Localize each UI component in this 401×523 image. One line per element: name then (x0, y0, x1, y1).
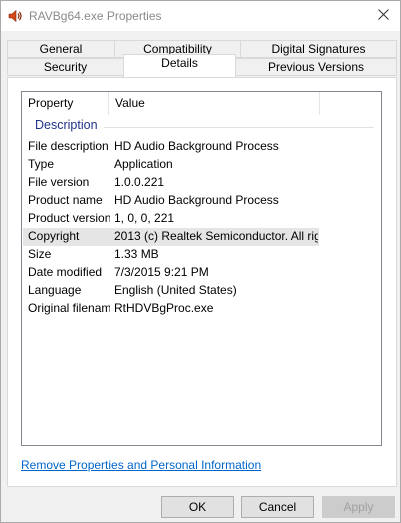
list-header: Property Value (22, 92, 381, 115)
tab-details[interactable]: Details (123, 54, 236, 77)
detail-row[interactable]: Copyright 2013 (c) Realtek Semiconductor.… (23, 228, 319, 246)
detail-property: File description (28, 139, 109, 153)
detail-row[interactable]: Date modified 7/3/2015 9:21 PM (23, 264, 319, 282)
remove-properties-link[interactable]: Remove Properties and Personal Informati… (21, 458, 261, 472)
detail-value: 7/3/2015 9:21 PM (114, 265, 209, 279)
title-bar: RAVBg64.exe Properties (1, 1, 400, 31)
detail-value: 1.33 MB (114, 247, 159, 261)
close-button[interactable] (367, 1, 400, 31)
detail-property: Type (28, 157, 55, 171)
detail-row[interactable]: Original filename RtHDVBgProc.exe (23, 300, 319, 318)
detail-row[interactable]: File version 1.0.0.221 (23, 174, 319, 192)
detail-row[interactable]: Product name HD Audio Background Process (23, 192, 319, 210)
tab-digital-signatures[interactable]: Digital Signatures (240, 40, 397, 58)
tab-previous-versions[interactable]: Previous Versions (235, 58, 397, 76)
ok-button[interactable]: OK (161, 496, 234, 518)
detail-row[interactable]: File description HD Audio Background Proc… (23, 138, 319, 156)
detail-property: Original filename (28, 301, 110, 315)
properties-dialog: RAVBg64.exe Properties General Compatibi… (0, 0, 401, 523)
details-list[interactable]: Property Value Description File descript… (21, 91, 382, 446)
speaker-icon (7, 8, 23, 24)
detail-value: HD Audio Background Process (114, 193, 279, 207)
detail-value: English (United States) (114, 283, 237, 297)
apply-button[interactable]: Apply (322, 496, 395, 518)
detail-property: Product version (28, 211, 110, 225)
detail-property: Product name (28, 193, 103, 207)
window-title: RAVBg64.exe Properties (29, 9, 162, 23)
detail-property: Date modified (28, 265, 103, 279)
detail-value: 1.0.0.221 (114, 175, 165, 189)
detail-row[interactable]: Size 1.33 MB (23, 246, 319, 264)
group-divider (104, 127, 374, 128)
detail-value: 2013 (c) Realtek Semiconductor. All rig.… (114, 229, 318, 243)
detail-row[interactable]: Language English (United States) (23, 282, 319, 300)
tab-strip: General Compatibility Digital Signatures… (1, 31, 400, 79)
column-separator[interactable] (319, 92, 320, 115)
detail-row[interactable]: Product version 1, 0, 0, 221 (23, 210, 319, 228)
group-header-description[interactable]: Description (35, 118, 98, 136)
column-header-property[interactable]: Property (22, 92, 108, 115)
tab-general[interactable]: General (7, 40, 115, 58)
detail-row[interactable]: Type Application (23, 156, 319, 174)
details-panel: Property Value Description File descript… (7, 77, 397, 487)
detail-value: 1, 0, 0, 221 (114, 211, 175, 225)
detail-property: Size (28, 247, 52, 261)
detail-property: Copyright (28, 229, 80, 243)
detail-value: RtHDVBgProc.exe (114, 301, 214, 315)
detail-property: File version (28, 175, 90, 189)
close-icon (378, 9, 389, 23)
detail-property: Language (28, 283, 82, 297)
detail-value: Application (114, 157, 173, 171)
cancel-button[interactable]: Cancel (241, 496, 314, 518)
detail-value: HD Audio Background Process (114, 139, 279, 153)
column-header-value[interactable]: Value (109, 92, 319, 115)
tab-security[interactable]: Security (7, 58, 124, 76)
